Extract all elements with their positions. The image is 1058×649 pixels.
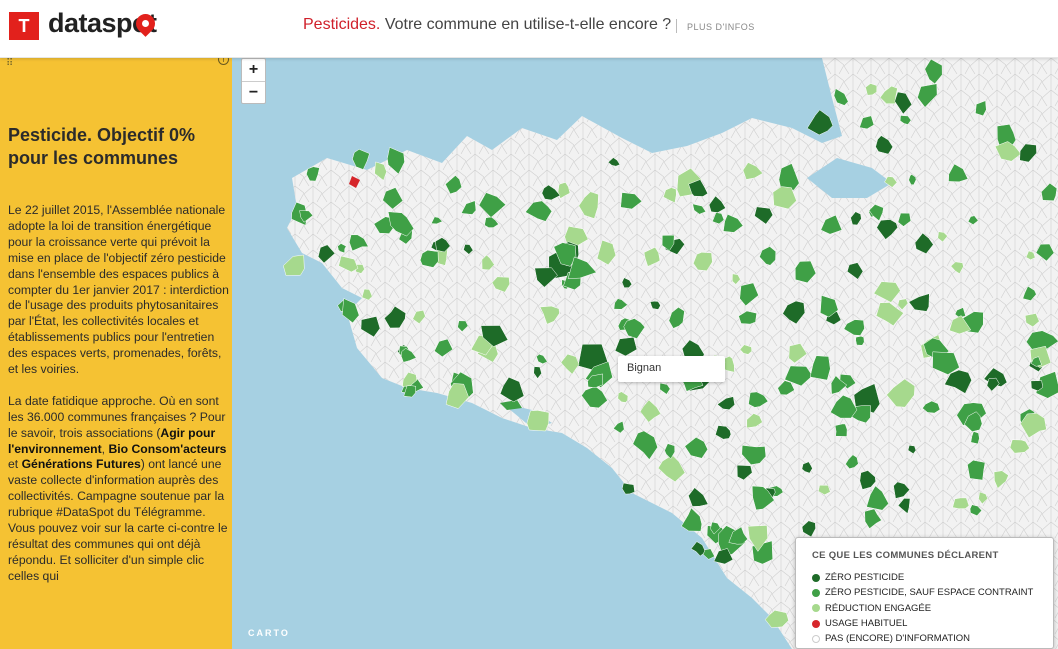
legend-item-no-info: PAS (ENCORE) D'INFORMATION	[812, 631, 1037, 646]
legend-title: CE QUE LES COMMUNES DÉCLARENT	[812, 550, 999, 561]
legend-item-usage: USAGE HABITUEL	[812, 616, 1037, 631]
legend-swatch	[812, 604, 820, 613]
commune-area[interactable]	[283, 254, 305, 276]
legend-swatch	[812, 573, 820, 582]
telegramme-logo[interactable]: T	[9, 12, 39, 40]
sidebar-panel: ⠿ i Pesticide. Objectif 0% pour les comm…	[0, 58, 232, 649]
legend-swatch	[812, 619, 820, 628]
association-generations: Générations Futures	[21, 457, 141, 472]
top-bar: T dataspot Pesticides. Votre commune en …	[0, 0, 1058, 58]
sidebar-text: Le 22 juillet 2015, l'Assemblée national…	[8, 203, 230, 601]
legend-swatch	[812, 634, 820, 643]
info-icon[interactable]: i	[218, 58, 229, 65]
association-bio: Bio Consom'acteurs	[108, 441, 227, 456]
campaign-paragraph: La date fatidique approche. Où en sont l…	[8, 394, 230, 585]
commune-area[interactable]	[834, 423, 848, 437]
header-divider	[676, 19, 677, 33]
headline-text: Votre commune en utilise-t-elle encore ?	[384, 16, 672, 33]
text-span: ) ont lancé une vaste collecte d'informa…	[8, 457, 228, 583]
commune-tooltip: Bignan	[618, 356, 725, 382]
legend-item-reduction: RÉDUCTION ENGAGÉE	[812, 601, 1037, 616]
legend-label: PAS (ENCORE) D'INFORMATION	[825, 633, 971, 645]
commune-area[interactable]	[806, 109, 834, 136]
intro-paragraph: Le 22 juillet 2015, l'Assemblée national…	[8, 203, 229, 377]
legend-label: ZÉRO PESTICIDE	[825, 572, 905, 584]
text-span: et	[8, 457, 22, 472]
headline-accent: Pesticides.	[303, 16, 381, 33]
commune-area[interactable]	[952, 497, 970, 509]
commune-area[interactable]	[967, 459, 986, 481]
page-headline: Pesticides. Votre commune en utilise-t-e…	[303, 16, 671, 34]
carto-attribution[interactable]: CARTO	[248, 628, 290, 638]
more-info-link[interactable]: PLUS D'INFOS	[687, 22, 755, 32]
sidebar-title: Pesticide. Objectif 0% pour les communes	[8, 125, 196, 168]
commune-area[interactable]	[526, 410, 550, 432]
drag-handle-icon[interactable]: ⠿	[6, 58, 13, 69]
zoom-in-button[interactable]: +	[242, 59, 265, 81]
zoom-control: + −	[241, 58, 266, 104]
commune-area[interactable]	[419, 249, 439, 268]
map-legend: CE QUE LES COMMUNES DÉCLARENT ZÉRO PESTI…	[795, 537, 1054, 649]
legend-item-zero-pesticide: ZÉRO PESTICIDE	[812, 570, 1037, 585]
legend-label: USAGE HABITUEL	[825, 618, 908, 630]
zoom-out-button[interactable]: −	[242, 81, 265, 103]
commune-area[interactable]	[621, 482, 635, 495]
legend-label: RÉDUCTION ENGAGÉE	[825, 602, 932, 614]
legend-swatch	[812, 588, 820, 597]
legend-label: ZÉRO PESTICIDE, SAUF ESPACE CONTRAINT	[825, 587, 1034, 599]
commune-area[interactable]	[855, 335, 865, 346]
legend-item-zero-sauf: ZÉRO PESTICIDE, SAUF ESPACE CONTRAINT	[812, 585, 1037, 600]
